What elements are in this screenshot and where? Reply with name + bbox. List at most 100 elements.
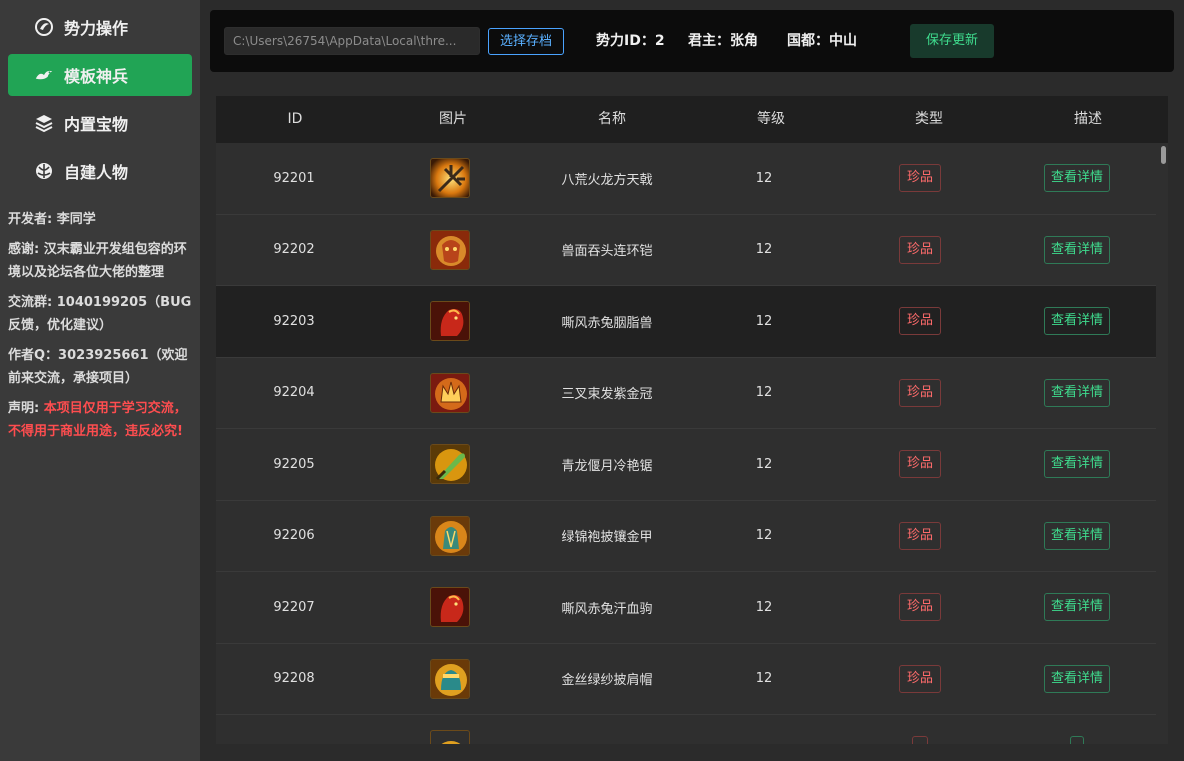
- sidebar-item-custom-characters[interactable]: 自建人物: [8, 150, 192, 192]
- cell-image: [372, 515, 528, 556]
- orb-icon: [34, 17, 54, 37]
- cell-name: 八荒火龙方天戟: [561, 172, 653, 188]
- table-row[interactable]: 92206 绿锦袍披镶金甲 12 珍品 查看详情: [216, 500, 1156, 572]
- table-row[interactable]: 92204 三叉束发紫金冠 12 珍品 查看详情: [216, 357, 1156, 429]
- cell-id: 92202: [273, 242, 315, 258]
- robe-icon: [430, 515, 471, 556]
- sidebar-item-label: 内置宝物: [64, 115, 129, 134]
- view-details-button[interactable]: [1070, 736, 1085, 744]
- view-details-button[interactable]: 查看详情: [1044, 593, 1111, 622]
- view-details-button[interactable]: 查看详情: [1044, 664, 1111, 693]
- sidebar-item-template-weapons[interactable]: 模板神兵: [8, 54, 192, 96]
- layers-icon: [34, 113, 54, 133]
- view-details-button[interactable]: 查看详情: [1044, 378, 1111, 407]
- crown-icon: [430, 372, 471, 413]
- column-header-description: 描述: [1074, 111, 1102, 127]
- developer-text: 开发者: 李同学: [8, 212, 96, 227]
- type-badge: 珍品: [899, 235, 942, 264]
- dragon-icon: [34, 65, 54, 85]
- sidebar-item-builtin-treasures[interactable]: 内置宝物: [8, 102, 192, 144]
- table-header: ID 图片 名称 等级 类型 描述: [216, 96, 1168, 143]
- cell-type: [842, 736, 998, 744]
- view-details-button[interactable]: 查看详情: [1044, 450, 1111, 479]
- type-badge: 珍品: [899, 664, 942, 693]
- view-details-button[interactable]: 查看详情: [1044, 307, 1111, 336]
- column-header-image: 图片: [439, 111, 467, 127]
- cell-image: [372, 301, 528, 342]
- table-row[interactable]: 92201 八荒火龙方天戟 12 珍品 查看详情: [216, 143, 1156, 215]
- cell-name: 绿锦袍披镶金甲: [561, 530, 653, 546]
- scrollbar-thumb[interactable]: [1161, 146, 1166, 164]
- cell-action: 查看详情: [998, 664, 1156, 693]
- armor-icon: [430, 229, 471, 270]
- cell-image: [372, 158, 528, 199]
- cell-level: 12: [755, 313, 773, 329]
- cell-type: 珍品: [842, 164, 998, 193]
- cell-type: 珍品: [842, 521, 998, 550]
- cell-action: 查看详情: [998, 593, 1156, 622]
- cell-id: 92205: [273, 456, 315, 472]
- cell-type: 珍品: [842, 378, 998, 407]
- view-details-button[interactable]: 查看详情: [1044, 235, 1111, 264]
- type-badge: 珍品: [899, 164, 942, 193]
- view-details-button[interactable]: 查看详情: [1044, 164, 1111, 193]
- table-row[interactable]: 92202 兽面吞头连环铠 12 珍品 查看详情: [216, 214, 1156, 286]
- declaration-label: 声明:: [8, 401, 44, 416]
- cell-image: [372, 658, 528, 699]
- cell-image: [372, 587, 528, 628]
- cell-id: 92207: [273, 599, 315, 615]
- column-header-level: 等级: [757, 111, 785, 127]
- save-path-input[interactable]: C:\Users\26754\AppData\Local\thre...: [224, 27, 480, 55]
- items-table: ID 图片 名称 等级 类型 描述 92201 八荒火龙方天戟 12 珍品 查看详情 92…: [216, 96, 1168, 744]
- halberd-icon: [430, 158, 471, 199]
- view-details-button[interactable]: 查看详情: [1044, 521, 1111, 550]
- cell-id: 92203: [273, 313, 315, 329]
- column-header-type: 类型: [915, 111, 943, 127]
- cell-level: 12: [755, 170, 773, 186]
- column-header-name: 名称: [598, 111, 626, 127]
- sidebar-item-force-ops[interactable]: 势力操作: [8, 6, 192, 48]
- table-scrollbar[interactable]: [1160, 146, 1166, 740]
- column-header-id: ID: [287, 111, 303, 127]
- cell-name: 兽面吞头连环铠: [561, 244, 653, 260]
- table-row[interactable]: 92203 嘶风赤兔胭脂兽 12 珍品 查看详情: [216, 286, 1156, 358]
- cell-action: 查看详情: [998, 521, 1156, 550]
- thanks-text: 感谢: 汉末霸业开发组包容的环境以及论坛各位大佬的整理: [8, 242, 187, 280]
- cell-image: [372, 444, 528, 485]
- hat-icon: [430, 658, 471, 699]
- cell-name: 金丝绿纱披肩帽: [561, 673, 653, 689]
- cell-level: 12: [755, 528, 773, 544]
- cell-name: 嘶风赤兔汗血驹: [561, 601, 653, 617]
- table-row[interactable]: [216, 715, 1156, 744]
- sidebar: 势力操作 模板神兵 内置宝物 自建人物 开发者: 李同学 感谢: 汉末霸业开发组…: [0, 0, 200, 761]
- blade-icon: [430, 444, 471, 485]
- table-row[interactable]: 92208 金丝绿纱披肩帽 12 珍品 查看详情: [216, 643, 1156, 715]
- cell-name: 青龙偃月冷艳锯: [561, 458, 653, 474]
- top-bar: C:\Users\26754\AppData\Local\thre... 选择存…: [210, 10, 1174, 72]
- cell-type: 珍品: [842, 450, 998, 479]
- info-panel: 开发者: 李同学 感谢: 汉末霸业开发组包容的环境以及论坛各位大佬的整理 交流群…: [8, 208, 194, 450]
- type-badge: 珍品: [899, 450, 942, 479]
- cell-action: 查看详情: [998, 235, 1156, 264]
- cell-action: 查看详情: [998, 164, 1156, 193]
- type-badge: 珍品: [899, 378, 942, 407]
- cell-image: [372, 229, 528, 270]
- cell-action: 查看详情: [998, 378, 1156, 407]
- type-badge: [912, 736, 929, 744]
- cell-type: 珍品: [842, 664, 998, 693]
- table-row[interactable]: 92207 嘶风赤兔汗血驹 12 珍品 查看详情: [216, 572, 1156, 644]
- cell-id: 92204: [273, 385, 315, 401]
- cell-action: 查看详情: [998, 307, 1156, 336]
- cell-action: 查看详情: [998, 450, 1156, 479]
- table-row[interactable]: 92205 青龙偃月冷艳锯 12 珍品 查看详情: [216, 429, 1156, 501]
- emblem-icon: [34, 161, 54, 181]
- cell-image: [372, 730, 528, 744]
- cell-level: 12: [755, 456, 773, 472]
- select-save-button[interactable]: 选择存档: [488, 28, 564, 55]
- partial-icon: [430, 730, 471, 744]
- horse-icon: [430, 587, 471, 628]
- sidebar-item-label: 势力操作: [64, 19, 129, 38]
- sidebar-item-label: 自建人物: [64, 163, 129, 182]
- cell-type: 珍品: [842, 307, 998, 336]
- save-update-button[interactable]: 保存更新: [910, 24, 994, 58]
